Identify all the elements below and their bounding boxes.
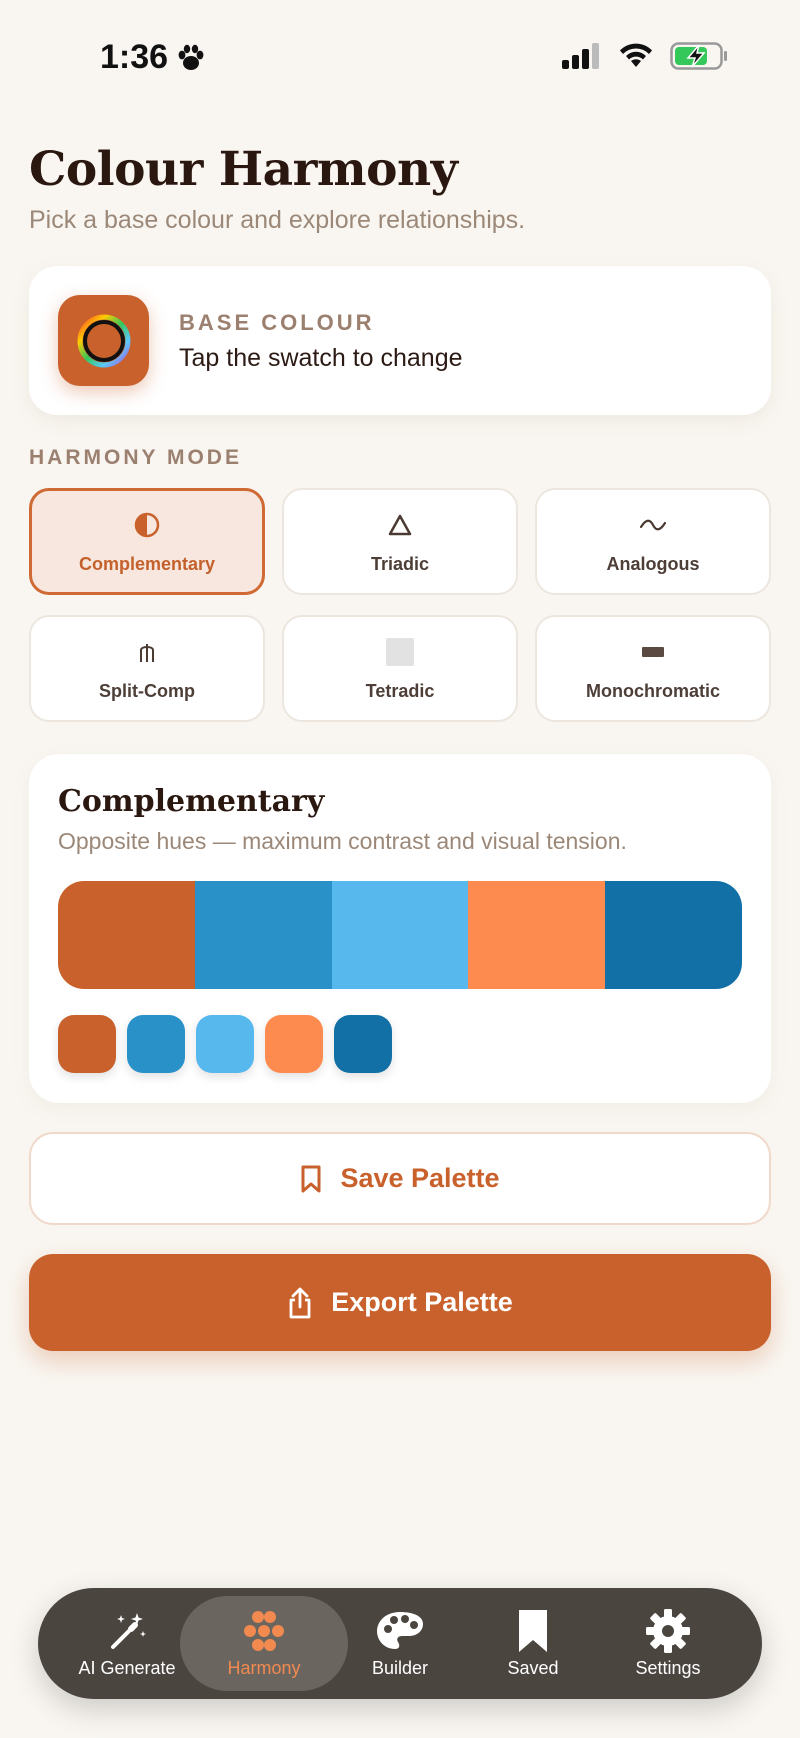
- palette-chip[interactable]: [58, 1015, 116, 1073]
- palette-chip[interactable]: [334, 1015, 392, 1073]
- pitchfork-icon: [137, 635, 157, 669]
- bar-icon: [642, 635, 664, 669]
- mode-label: Monochromatic: [585, 681, 720, 701]
- mode-tetradic-button[interactable]: Tetradic: [282, 615, 518, 722]
- mode-split-comp-button[interactable]: Split-Comp: [29, 615, 265, 722]
- bookmark-icon: [517, 1608, 549, 1654]
- flower-dots-icon: [241, 1608, 287, 1654]
- palette-bar: [58, 881, 742, 989]
- mode-label: Complementary: [78, 554, 216, 574]
- page-subtitle: Pick a base colour and explore relations…: [29, 206, 526, 234]
- status-time: 1:36: [100, 38, 206, 77]
- mode-label: Analogous: [606, 554, 700, 574]
- palette-segment[interactable]: [331, 881, 469, 989]
- tab-settings[interactable]: Settings: [593, 1596, 743, 1691]
- palette-segment[interactable]: [58, 881, 195, 989]
- page-title: Colour Harmony: [29, 142, 458, 197]
- base-colour-hint: Tap the swatch to change: [179, 344, 463, 372]
- mode-complementary-button[interactable]: Complementary: [29, 488, 265, 595]
- harmony-result-card: Complementary Opposite hues — maximum co…: [29, 754, 771, 1103]
- color-wheel-icon: [77, 314, 130, 367]
- palette-segment[interactable]: [194, 881, 332, 989]
- tab-saved[interactable]: Saved: [458, 1596, 608, 1691]
- share-icon: [289, 1287, 311, 1318]
- gear-icon: [645, 1608, 691, 1654]
- status-indicators: [562, 42, 728, 70]
- mode-label: Tetradic: [365, 681, 435, 701]
- paw-icon: [178, 44, 204, 70]
- mode-label: Split-Comp: [99, 681, 195, 701]
- harmony-mode-grid: Complementary Triadic Analogous Split-Co…: [29, 488, 771, 722]
- save-palette-label: Save Palette: [340, 1163, 500, 1193]
- triangle-icon: [387, 508, 413, 542]
- tilde-icon: [638, 508, 668, 542]
- tab-label: Saved: [507, 1658, 559, 1678]
- mode-monochromatic-button[interactable]: Monochromatic: [535, 615, 771, 722]
- status-bar: 1:36: [0, 0, 800, 110]
- base-colour-swatch[interactable]: [58, 295, 149, 386]
- half-circle-icon: [133, 508, 161, 542]
- save-palette-button[interactable]: Save Palette: [29, 1132, 771, 1225]
- battery-charging-icon: [670, 42, 727, 70]
- mode-triadic-button[interactable]: Triadic: [282, 488, 518, 595]
- clock: 1:36: [100, 38, 169, 76]
- palette-segment[interactable]: [605, 881, 742, 989]
- signal-icon: [562, 43, 599, 69]
- palette-chip[interactable]: [127, 1015, 185, 1073]
- mode-analogous-button[interactable]: Analogous: [535, 488, 771, 595]
- tab-label: Harmony: [227, 1658, 301, 1678]
- palette-segment[interactable]: [468, 881, 606, 989]
- base-colour-label: BASE COLOUR: [179, 310, 375, 335]
- tab-label: Builder: [371, 1658, 429, 1678]
- bookmark-icon: [301, 1165, 321, 1192]
- base-colour-card[interactable]: BASE COLOUR Tap the swatch to change: [29, 266, 771, 415]
- palette-chip[interactable]: [265, 1015, 323, 1073]
- tab-harmony[interactable]: Harmony: [180, 1596, 348, 1691]
- palette-icon: [375, 1608, 425, 1654]
- palette-chip[interactable]: [196, 1015, 254, 1073]
- export-palette-button[interactable]: Export Palette: [29, 1254, 771, 1351]
- harmony-mode-label: HARMONY MODE: [29, 446, 242, 469]
- mode-label: Triadic: [370, 554, 430, 574]
- harmony-description: Opposite hues — maximum contrast and vis…: [58, 828, 627, 854]
- tab-builder[interactable]: Builder: [325, 1596, 475, 1691]
- export-palette-label: Export Palette: [331, 1287, 513, 1317]
- tab-label: AI Generate: [78, 1658, 176, 1678]
- square-icon: [384, 635, 416, 669]
- tab-label: Settings: [635, 1658, 701, 1678]
- wifi-icon: [620, 43, 652, 67]
- magic-wand-icon: [105, 1608, 149, 1654]
- tab-bar: AI Generate Harmony Builder Saved Settin…: [38, 1588, 762, 1699]
- harmony-title: Complementary: [58, 784, 325, 819]
- palette-chips: [58, 1015, 392, 1073]
